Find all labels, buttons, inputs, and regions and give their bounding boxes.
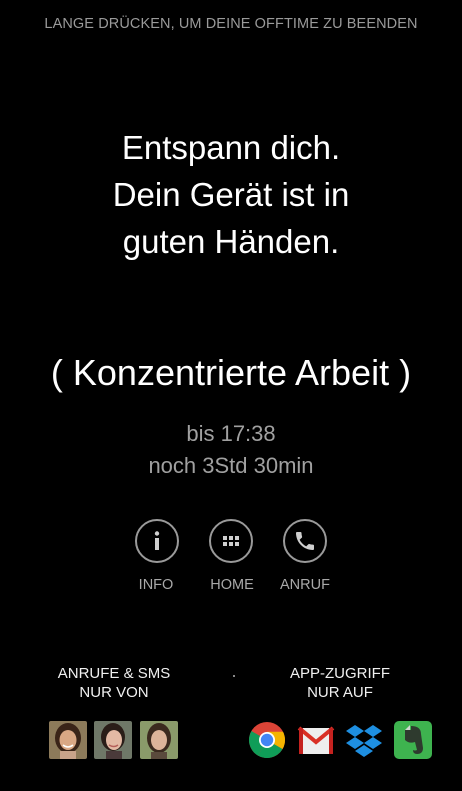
message-line-1: Entspann dich. bbox=[121, 129, 341, 166]
gmail-icon[interactable] bbox=[296, 720, 336, 760]
contact-avatar-3[interactable] bbox=[140, 721, 178, 759]
remaining-time: noch 3Std 30min bbox=[148, 453, 314, 478]
info-button[interactable] bbox=[135, 519, 179, 563]
end-time: bis 17:38 bbox=[186, 421, 276, 446]
info-label: INFO bbox=[138, 577, 174, 593]
relax-message: Entspann dich. Dein Gerät ist in guten H… bbox=[0, 124, 462, 265]
info-icon bbox=[154, 531, 160, 550]
message-line-2: Dein Gerät ist in bbox=[112, 176, 350, 213]
phone-icon bbox=[296, 532, 314, 550]
app-grid-icon bbox=[223, 536, 239, 546]
calls-section-line-1: ANRUFE & SMS bbox=[57, 665, 171, 682]
home-label: HOME bbox=[210, 577, 254, 593]
contact-avatar-1[interactable] bbox=[49, 721, 87, 759]
long-press-hint: LANGE DRÜCKEN, UM DEINE OFFTIME ZU BEEND… bbox=[44, 16, 418, 32]
apps-section-line-2: NUR AUF bbox=[307, 684, 373, 701]
app-access-section-label: APP-ZUGRIFF NUR AUF bbox=[270, 664, 410, 702]
offtime-mode-label: ( Konzentrierte Arbeit ) bbox=[50, 352, 412, 393]
contact-avatar-2[interactable] bbox=[94, 721, 132, 759]
call-label: ANRUF bbox=[280, 577, 330, 593]
apps-section-line-1: APP-ZUGRIFF bbox=[290, 665, 390, 682]
divider-dot bbox=[233, 675, 235, 677]
chrome-icon[interactable] bbox=[247, 720, 287, 760]
call-button[interactable] bbox=[283, 519, 327, 563]
calls-sms-section-label: ANRUFE & SMS NUR VON bbox=[44, 664, 184, 702]
home-button[interactable] bbox=[209, 519, 253, 563]
message-line-3: guten Händen. bbox=[122, 223, 340, 260]
calls-section-line-2: NUR VON bbox=[79, 684, 149, 701]
evernote-icon[interactable] bbox=[393, 720, 433, 760]
dropbox-icon[interactable] bbox=[344, 720, 384, 760]
